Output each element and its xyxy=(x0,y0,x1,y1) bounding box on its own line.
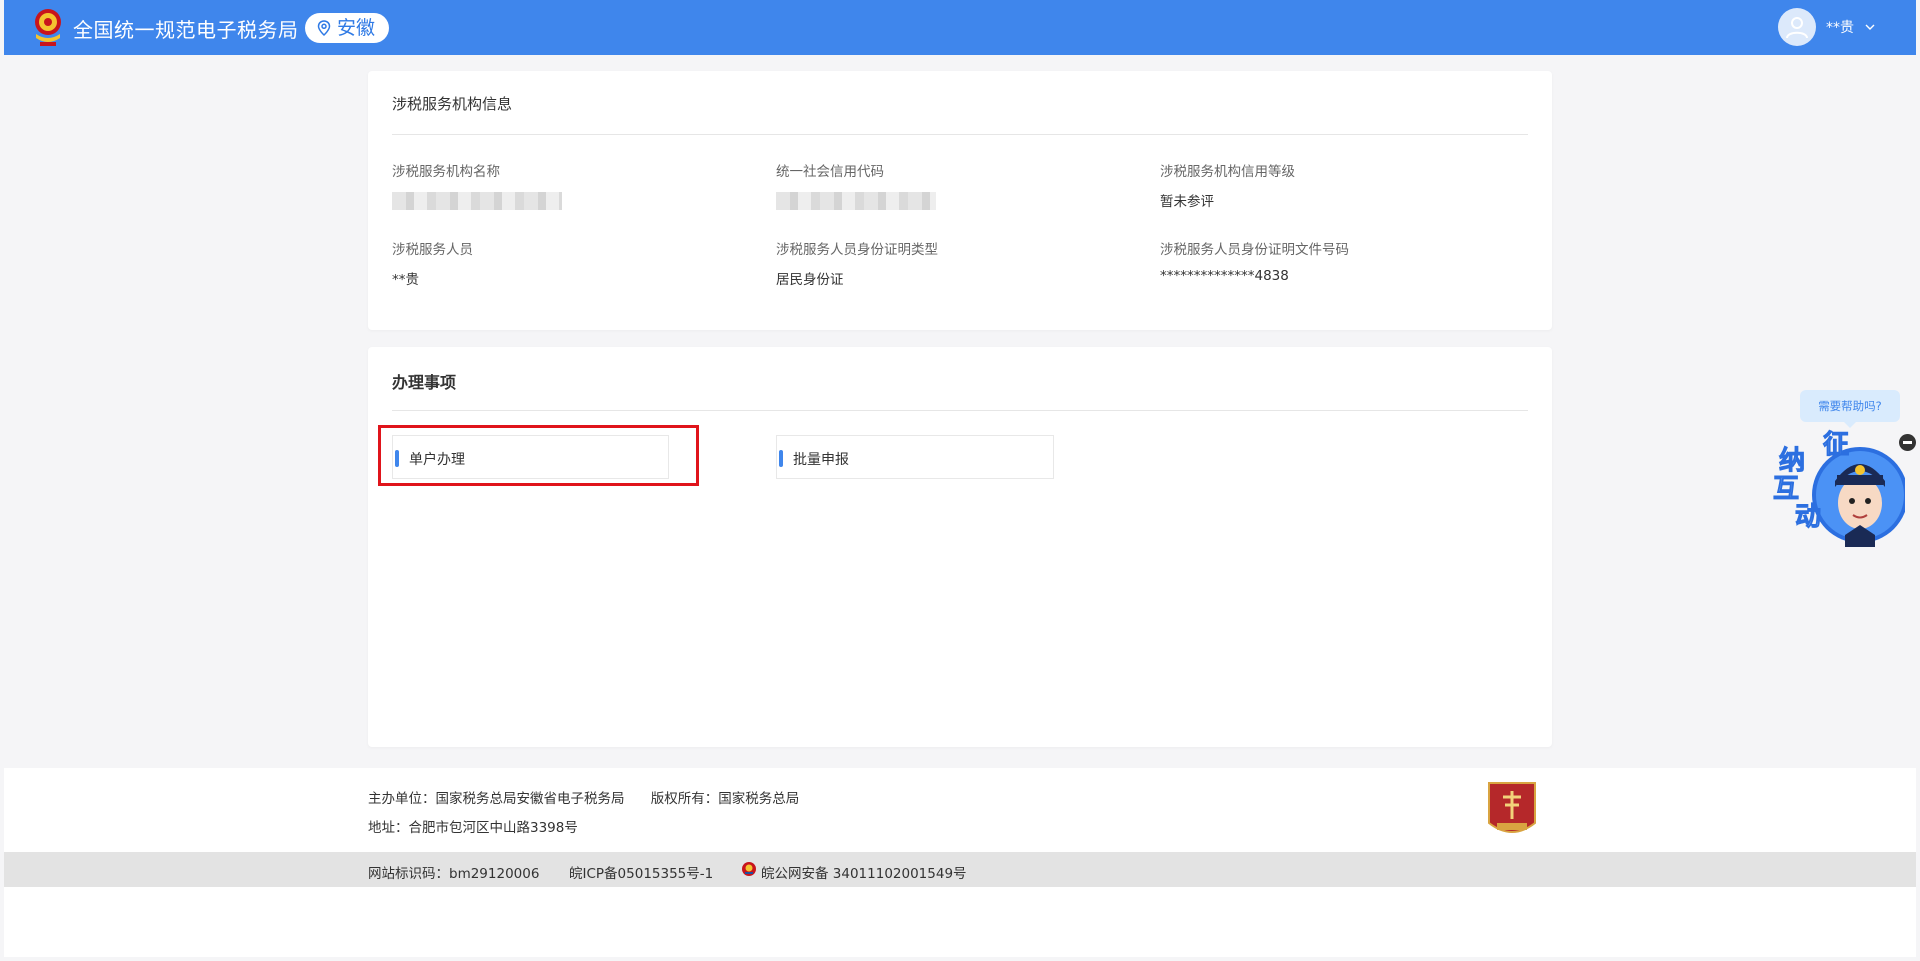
helper-char: 纳 xyxy=(1779,445,1805,475)
divider xyxy=(392,410,1528,411)
avatar[interactable] xyxy=(1778,8,1816,46)
helper-char: 互 xyxy=(1773,473,1799,503)
region-selector[interactable]: 安徽 xyxy=(305,13,390,43)
redacted-credit-code xyxy=(776,192,936,210)
accent-bar xyxy=(779,450,783,467)
field-label: 涉税服务机构信用等级 xyxy=(1160,164,1295,180)
police-record-link[interactable]: 皖公网安备 34011102001549号 xyxy=(761,862,967,882)
field-value: **************4838 xyxy=(1160,268,1289,284)
user-name: **贵 xyxy=(1826,20,1854,36)
field-label: 涉税服务人员身份证明文件号码 xyxy=(1160,242,1349,258)
help-bubble[interactable]: 需要帮助吗? xyxy=(1800,390,1900,428)
tasks-card: 办理事项 单户办理 批量申报 xyxy=(368,347,1552,747)
footer-sponsor-line: 主办单位：国家税务总局安徽省电子税务局 版权所有：国家税务总局 xyxy=(368,787,799,807)
top-header: 全国统一规范电子税务局 安徽 **贵 xyxy=(4,0,1916,55)
field-value: 居民身份证 xyxy=(776,272,844,288)
single-household-label: 单户办理 xyxy=(409,452,465,468)
chevron-down-icon xyxy=(1865,24,1875,30)
field-label: 涉税服务人员身份证明类型 xyxy=(776,242,938,258)
helper-char: 动 xyxy=(1795,501,1821,531)
tax-assistant-widget-icon[interactable]: 征 纳 互 动 xyxy=(1765,425,1905,550)
field-label: 涉税服务人员 xyxy=(392,242,473,258)
footer-copyright: 版权所有：国家税务总局 xyxy=(650,791,800,807)
footer-info: 主办单位：国家税务总局安徽省电子税务局 版权所有：国家税务总局 地址：合肥市包河… xyxy=(4,768,1916,852)
field-value: **贵 xyxy=(392,272,419,288)
location-pin-icon xyxy=(317,20,331,36)
redacted-agency-name xyxy=(392,192,562,210)
footer-sponsor: 主办单位：国家税务总局安徽省电子税务局 xyxy=(368,791,625,807)
region-name: 安徽 xyxy=(337,17,376,39)
field-id-number: 涉税服务人员身份证明文件号码 **************4838 xyxy=(1160,238,1520,284)
agency-info-title: 涉税服务机构信息 xyxy=(392,95,513,113)
batch-filing-label: 批量申报 xyxy=(793,452,849,468)
field-label: 统一社会信用代码 xyxy=(776,164,884,180)
party-government-badge-icon[interactable] xyxy=(1485,779,1539,841)
footer-address: 地址：合肥市包河区中山路3398号 xyxy=(368,820,578,836)
site-title[interactable]: 全国统一规范电子税务局 xyxy=(73,14,299,43)
user-menu[interactable]: **贵 xyxy=(1778,8,1876,46)
icp-record-link[interactable]: 皖ICP备05015355号-1 xyxy=(569,862,713,882)
field-credit-code: 统一社会信用代码 xyxy=(776,160,1096,210)
tasks-title: 办理事项 xyxy=(392,373,457,392)
user-icon xyxy=(1786,17,1808,39)
agency-info-card: 涉税服务机构信息 涉税服务机构名称 统一社会信用代码 涉税服务机构信用等级 暂未… xyxy=(368,71,1552,330)
close-helper-button[interactable] xyxy=(1899,434,1916,451)
field-agency-name: 涉税服务机构名称 xyxy=(392,160,712,210)
police-emblem-icon xyxy=(742,862,756,876)
footer-records-bar: 网站标识码：bm29120006 皖ICP备05015355号-1 皖公网安备 … xyxy=(4,852,1916,887)
field-value: 暂未参评 xyxy=(1160,194,1214,210)
single-household-button[interactable]: 单户办理 xyxy=(392,435,669,479)
accent-bar xyxy=(395,450,399,467)
field-id-type: 涉税服务人员身份证明类型 居民身份证 xyxy=(776,238,1096,288)
field-credit-level: 涉税服务机构信用等级 暂未参评 xyxy=(1160,160,1520,210)
field-label: 涉税服务机构名称 xyxy=(392,164,500,180)
field-service-person: 涉税服务人员 **贵 xyxy=(392,238,712,288)
divider xyxy=(392,134,1528,135)
batch-filing-button[interactable]: 批量申报 xyxy=(776,435,1054,479)
helper-char: 征 xyxy=(1823,429,1849,459)
tax-emblem-logo[interactable] xyxy=(31,6,65,48)
site-code: 网站标识码：bm29120006 xyxy=(368,866,540,882)
